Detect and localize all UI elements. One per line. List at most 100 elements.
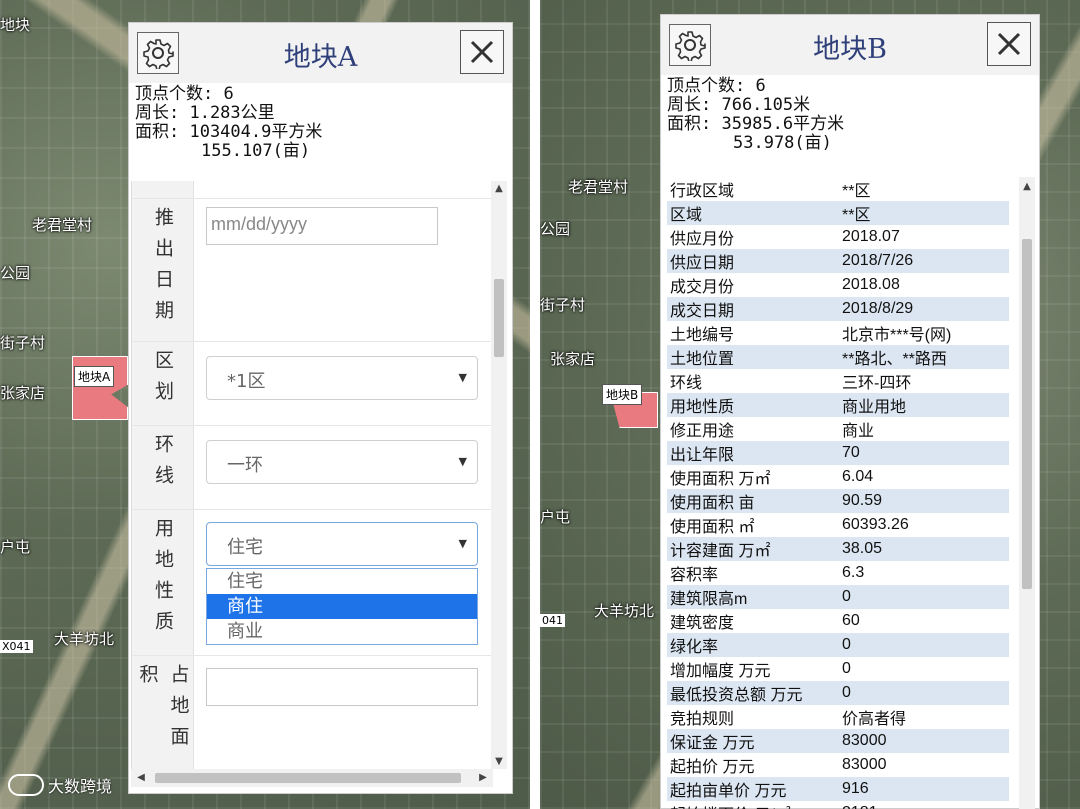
attribute-key: 起拍价 万元 <box>670 759 755 776</box>
attribute-table: 行政区域 **区 区域 **区 供应月份 2018.07 供应日期 2018/7/26 成交月份… <box>667 177 1009 809</box>
attribute-key: 最低投资总额 万元 <box>667 681 839 705</box>
chevron-down-icon: ▼ <box>458 371 467 384</box>
attribute-value: 70 <box>839 441 1009 465</box>
attribute-value: 价高者得 <box>842 711 907 728</box>
settings-button[interactable] <box>137 32 179 74</box>
land-use-dropdown: 住宅 商住 商业 <box>206 568 478 645</box>
chevron-down-icon: ▼ <box>458 537 467 550</box>
close-button[interactable] <box>460 30 504 74</box>
attribute-row: 起拍价 万元 83000 <box>667 753 1009 777</box>
map-label: 大羊坊北 <box>54 630 115 648</box>
attribute-key: 起拍亩单价 万元 <box>667 777 839 801</box>
attribute-value: 916 <box>839 777 1009 801</box>
attribute-key: 竞拍规则 <box>670 711 735 728</box>
attribute-row: 环线 三环-四环 <box>667 369 1009 393</box>
attribute-value: 83000 <box>842 756 887 773</box>
form-row-ring: 环线 一环 ▼ <box>132 426 493 510</box>
district-select[interactable]: *1区 ▼ <box>206 356 478 400</box>
attribute-row: 成交月份 2018.08 <box>667 273 1009 297</box>
scroll-right-icon[interactable]: ▶ <box>475 772 491 783</box>
map-label: 街子村 <box>0 334 46 352</box>
attribute-key: 建筑密度 <box>670 615 735 632</box>
attribute-row: 修正用途 商业 <box>667 417 1009 441</box>
scroll-down-icon[interactable]: ▼ <box>491 756 507 767</box>
horizontal-scrollbar[interactable]: ◀ ▶ <box>131 769 493 787</box>
road-shield: X041 <box>0 640 33 653</box>
attribute-key: 土地位置 <box>667 345 839 369</box>
scrollbar-thumb[interactable] <box>155 773 461 783</box>
launch-date-input[interactable]: mm/dd/yyyy <box>206 207 438 245</box>
attribute-value: 90.59 <box>839 489 1009 513</box>
attribute-key: 供应月份 <box>670 231 735 248</box>
attribute-value: 60 <box>842 612 860 629</box>
attribute-row: 土地编号 北京市***号(网) <box>667 321 1009 345</box>
vertical-scrollbar[interactable]: ▲ <box>1019 177 1035 809</box>
land-use-option[interactable]: 商业 <box>207 619 477 644</box>
land-use-option-highlighted[interactable]: 商住 <box>207 594 477 619</box>
plot-info-panel-b: 地块B 顶点个数: 6 周长: 766.105米 面积: 35985.6平方米 … <box>660 14 1040 809</box>
attribute-row: 起拍亩单价 万元 916 <box>667 777 1009 801</box>
form-row-land-use: 用地性质 住宅 ▼ 住宅 商住 商业 <box>132 510 493 656</box>
plot-stats: 顶点个数: 6 周长: 1.283公里 面积: 103404.9平方米 155.… <box>129 83 512 163</box>
map-label: 公园 <box>0 264 31 282</box>
scroll-up-icon[interactable]: ▲ <box>491 183 507 194</box>
map-label: 公园 <box>540 220 571 238</box>
attribute-row: 容积率 6.3 <box>667 561 1009 585</box>
attribute-row: 计容建面 万㎡ 38.05 <box>667 537 1009 561</box>
attribute-value: 2018/8/29 <box>839 297 1009 321</box>
attribute-key: 使用面积 万㎡ <box>670 471 771 488</box>
form-row-previous <box>132 181 493 199</box>
attribute-row: 增加幅度 万元 0 <box>667 657 1009 681</box>
panel-header: 地块B <box>661 15 1039 75</box>
watermark-logo-icon <box>8 774 44 796</box>
area-mu: 53.978(亩) <box>733 133 832 153</box>
panel-title: 地块B <box>813 34 887 65</box>
divider <box>530 0 540 809</box>
attribute-value: 83000 <box>839 729 1009 753</box>
map-label: 张家店 <box>0 384 46 402</box>
attribute-value: 商业用地 <box>839 393 1009 417</box>
attribute-row: 使用面积 亩 90.59 <box>667 489 1009 513</box>
perimeter: 周长: 1.283公里 <box>135 103 275 123</box>
vertex-count: 顶点个数: 6 <box>667 76 766 96</box>
watermark-text: 大数跨境 <box>48 777 113 796</box>
scrollbar-thumb[interactable] <box>1022 239 1032 589</box>
attribute-value: 三环-四环 <box>842 375 912 392</box>
map-label: 地块 <box>0 16 31 34</box>
close-button[interactable] <box>987 22 1031 66</box>
settings-button[interactable] <box>669 24 711 66</box>
attribute-key: 供应日期 <box>667 249 839 273</box>
attribute-row: 供应日期 2018/7/26 <box>667 249 1009 273</box>
scroll-left-icon[interactable]: ◀ <box>133 772 149 783</box>
scrollbar-thumb[interactable] <box>494 279 504 357</box>
panel-header: 地块A <box>129 23 512 83</box>
map-label: 户屯 <box>0 538 31 556</box>
area-input[interactable] <box>206 668 478 706</box>
area: 面积: 103404.9平方米 <box>135 122 323 142</box>
attribute-value: 北京市***号(网) <box>842 327 952 344</box>
vertical-scrollbar[interactable]: ▲ ▼ <box>491 181 507 769</box>
map-label: 老君堂村 <box>32 216 93 234</box>
attribute-value: **区 <box>842 183 871 200</box>
vertex-count: 顶点个数: 6 <box>135 84 234 104</box>
attribute-key: 环线 <box>670 375 703 392</box>
attribute-key: 容积率 <box>670 567 719 584</box>
attribute-key: 成交日期 <box>667 297 839 321</box>
attribute-key: 绿化率 <box>667 633 839 657</box>
road-shield: 041 <box>540 614 565 627</box>
land-use-select[interactable]: 住宅 ▼ <box>206 522 478 566</box>
attribute-row: 区域 **区 <box>667 201 1009 225</box>
attribute-value: 60393.26 <box>842 516 909 533</box>
attribute-value: 0 <box>839 681 1009 705</box>
attribute-value: 6.3 <box>842 564 865 581</box>
ring-select[interactable]: 一环 ▼ <box>206 440 478 484</box>
attribute-key: 起始楼面价 元/㎡ <box>667 801 839 809</box>
attribute-row: 行政区域 **区 <box>667 177 1009 201</box>
attribute-value: 0 <box>842 660 851 677</box>
scroll-up-icon[interactable]: ▲ <box>1019 181 1035 192</box>
land-use-option[interactable]: 住宅 <box>207 569 477 594</box>
attribute-row: 建筑限高m 0 <box>667 585 1009 609</box>
attribute-value: 0 <box>839 633 1009 657</box>
attribute-row: 用地性质 商业用地 <box>667 393 1009 417</box>
form-row-district: 区划 *1区 ▼ <box>132 342 493 426</box>
